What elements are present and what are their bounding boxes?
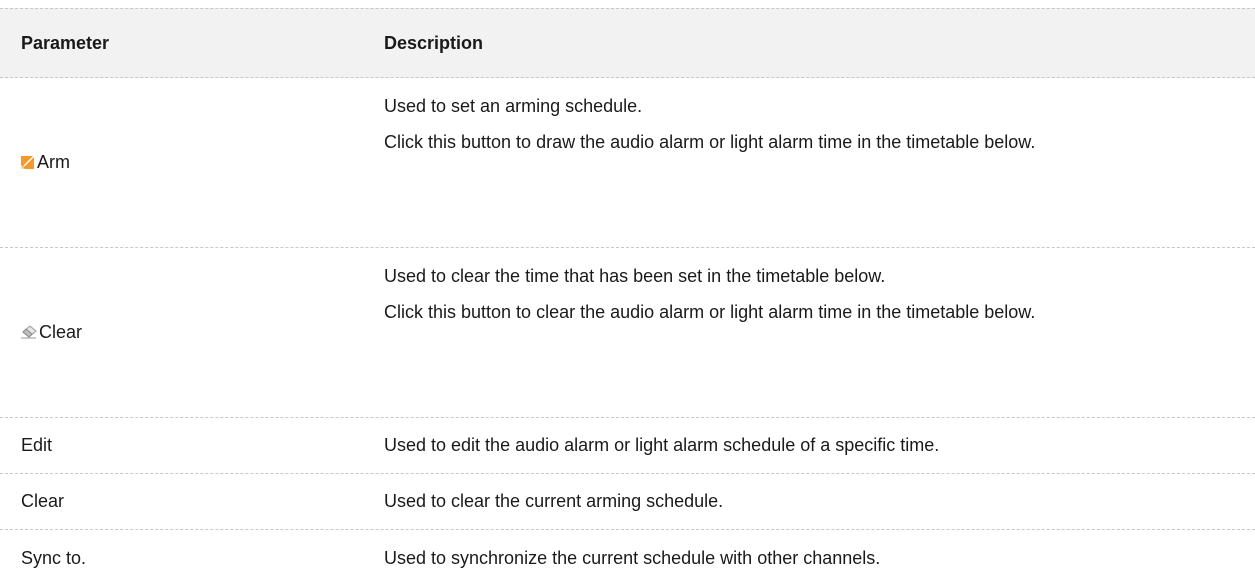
description-cell: Used to synchronize the current schedule… <box>384 547 881 568</box>
parameter-cell: Edit <box>21 435 53 455</box>
pencil-icon <box>21 154 35 169</box>
description-text: Click this button to draw the audio alar… <box>384 132 1036 152</box>
eraser-icon <box>21 324 37 338</box>
parameter-label: Clear <box>39 322 83 342</box>
description-text: Click this button to clear the audio ala… <box>384 302 1036 322</box>
parameter-cell: Clear <box>21 491 65 511</box>
column-header-description: Description <box>384 32 484 53</box>
description-cell: Used to set an arming schedule. Click th… <box>384 78 1255 247</box>
table-row: Clear Used to clear the time that has be… <box>0 248 1255 418</box>
table-row: Edit Used to edit the audio alarm or lig… <box>0 418 1255 474</box>
description-cell: Used to clear the current arming schedul… <box>384 491 724 511</box>
parameter-cell: Sync to. <box>21 547 87 568</box>
column-header-parameter: Parameter <box>21 32 110 53</box>
description-cell: Used to clear the time that has been set… <box>384 248 1255 417</box>
parameter-label: Arm <box>37 152 70 172</box>
table-row: Clear Used to clear the current arming s… <box>0 474 1255 530</box>
table-header-row: Parameter Description <box>0 8 1255 78</box>
description-text: Used to set an arming schedule. <box>384 96 643 116</box>
parameter-cell: Clear <box>0 248 384 417</box>
parameter-cell: Arm <box>0 78 384 247</box>
table-row: Sync to. Used to synchronize the current… <box>0 530 1255 586</box>
parameter-table: Parameter Description Arm Used to set an… <box>0 8 1255 586</box>
description-cell: Used to edit the audio alarm or light al… <box>384 435 940 455</box>
description-text: Used to clear the time that has been set… <box>384 266 886 286</box>
table-row: Arm Used to set an arming schedule. Clic… <box>0 78 1255 248</box>
